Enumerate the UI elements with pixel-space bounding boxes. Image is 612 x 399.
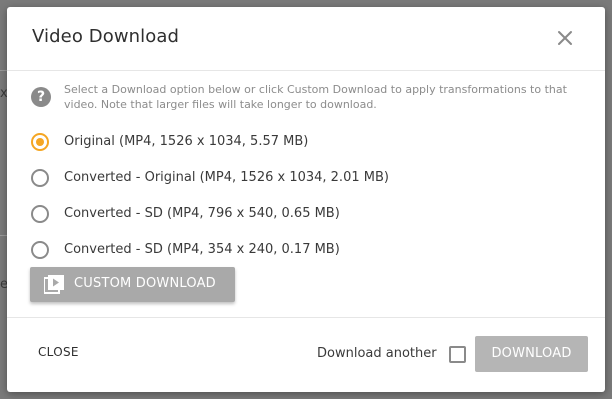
download-option-converted-sd-354[interactable]: Converted - SD (MP4, 354 x 240, 0.17 MB) [31, 241, 551, 263]
download-button-label: DOWNLOAD [491, 346, 572, 361]
option-label: Converted - SD (MP4, 796 x 540, 0.65 MB) [64, 206, 340, 221]
download-option-original[interactable]: Original (MP4, 1526 x 1034, 5.57 MB) [31, 133, 551, 155]
download-button[interactable]: DOWNLOAD [475, 336, 588, 372]
custom-download-label: CUSTOM DOWNLOAD [74, 276, 216, 291]
close-icon[interactable] [555, 28, 575, 48]
dialog-body: ? Select a Download option below or clic… [7, 71, 605, 317]
dialog-title: Video Download [32, 26, 180, 47]
option-label: Converted - SD (MP4, 354 x 240, 0.17 MB) [64, 242, 340, 257]
radio-button-selected[interactable] [31, 133, 49, 151]
close-button[interactable]: CLOSE [38, 345, 79, 359]
download-another-checkbox[interactable] [449, 346, 466, 363]
custom-download-button[interactable]: CUSTOM DOWNLOAD [30, 267, 235, 302]
video-download-dialog: Video Download ? Select a Download optio… [7, 7, 605, 392]
dialog-header: Video Download [7, 7, 605, 71]
radio-button[interactable] [31, 169, 49, 187]
play-icon [43, 275, 64, 294]
option-label: Converted - Original (MP4, 1526 x 1034, … [64, 170, 389, 185]
help-icon: ? [31, 87, 51, 107]
dialog-footer: CLOSE Download another DOWNLOAD [7, 317, 605, 393]
download-another-label: Download another [317, 346, 437, 361]
download-option-converted-sd-796[interactable]: Converted - SD (MP4, 796 x 540, 0.65 MB) [31, 205, 551, 227]
option-label: Original (MP4, 1526 x 1034, 5.57 MB) [64, 134, 309, 149]
download-option-converted-original[interactable]: Converted - Original (MP4, 1526 x 1034, … [31, 169, 551, 191]
radio-button[interactable] [31, 205, 49, 223]
radio-button[interactable] [31, 241, 49, 259]
help-text: Select a Download option below or click … [64, 83, 567, 111]
